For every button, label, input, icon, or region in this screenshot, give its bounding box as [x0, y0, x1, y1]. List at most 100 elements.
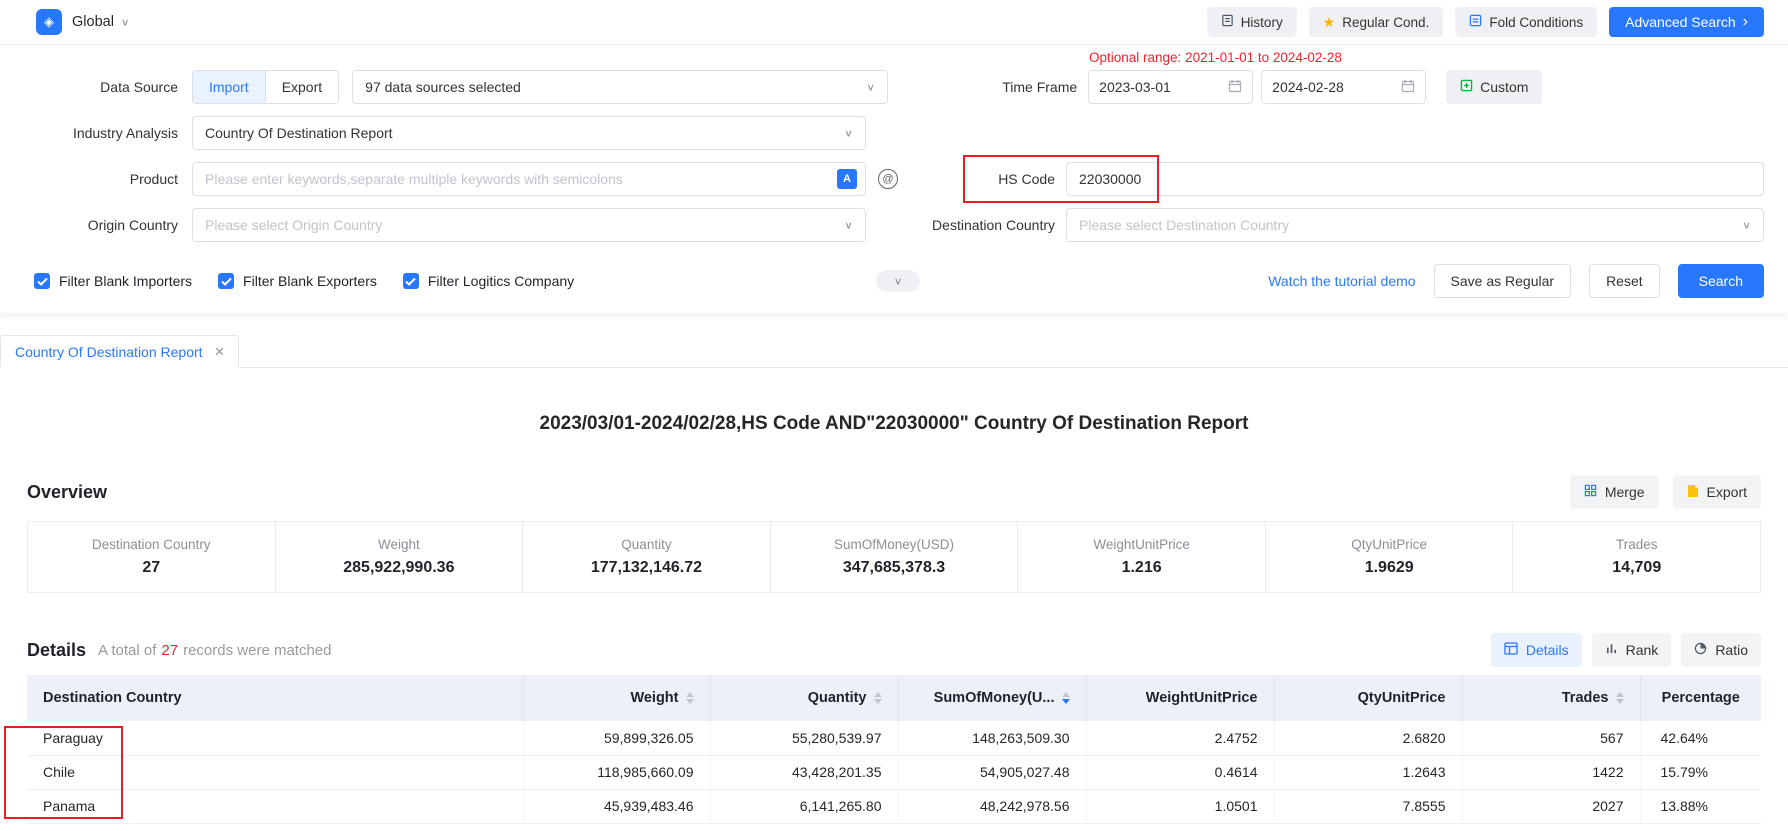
sort-sum-of-money-icon[interactable] — [1062, 692, 1070, 704]
tab-country-of-destination-report[interactable]: Country Of Destination Report × — [0, 335, 239, 368]
col-header-weight[interactable]: Weight — [523, 675, 710, 721]
product-label: Product — [0, 171, 192, 187]
view-rank-button[interactable]: Rank — [1592, 633, 1672, 667]
search-button[interactable]: Search — [1678, 264, 1764, 298]
cell-trades: 2027 — [1462, 789, 1640, 823]
history-button[interactable]: History — [1207, 7, 1297, 37]
report-title: 2023/03/01-2024/02/28,HS Code AND"220300… — [0, 413, 1788, 435]
product-input[interactable] — [193, 163, 837, 195]
col-header-trades[interactable]: Trades — [1462, 675, 1640, 721]
filter-logistics-company-checkbox[interactable]: Filter Logitics Company — [403, 273, 574, 289]
col-header-sum-of-money[interactable]: SumOfMoney(U... — [898, 675, 1086, 721]
cell-weight-unit-price: 1.0501 — [1086, 789, 1274, 823]
cell-qty-unit-price: 1.2643 — [1274, 755, 1462, 789]
sort-quantity-icon[interactable] — [874, 692, 882, 704]
chevron-right-icon: › — [1743, 14, 1748, 30]
ratio-pie-icon — [1694, 642, 1707, 658]
cell-weight-unit-price: 2.4752 — [1086, 721, 1274, 755]
stat-sum-of-money: SumOfMoney(USD) 347,685,378.3 — [771, 522, 1019, 592]
table-row: Paraguay 59,899,326.05 55,280,539.97 148… — [27, 721, 1761, 755]
overview-header-row: Overview Merge Export — [27, 475, 1761, 509]
details-table: Destination Country Weight Quantity SumO… — [27, 675, 1761, 824]
filters-row: Filter Blank Importers Filter Blank Expo… — [34, 264, 1764, 298]
overview-actions: Merge Export — [1570, 475, 1761, 509]
overview-stats: Destination Country 27 Weight 285,922,99… — [27, 521, 1761, 593]
col-header-destination-country: Destination Country — [27, 675, 523, 721]
app-logo-icon: ◈ — [36, 9, 62, 35]
export-toggle[interactable]: Export — [265, 71, 338, 103]
cell-country[interactable]: Paraguay — [27, 721, 523, 755]
cell-percentage: 13.88% — [1640, 789, 1761, 823]
chevron-down-icon: ∨ — [894, 275, 903, 287]
region-selector[interactable]: Global ∨ — [72, 14, 130, 30]
cell-trades: 1422 — [1462, 755, 1640, 789]
form-row-product: Product A @ HS Code — [0, 162, 1764, 196]
table-header-row: Destination Country Weight Quantity SumO… — [27, 675, 1761, 721]
merge-button[interactable]: Merge — [1570, 475, 1659, 509]
custom-range-button[interactable]: Custom — [1446, 70, 1542, 104]
industry-analysis-select[interactable]: Country Of Destination Report ∨ — [192, 116, 866, 150]
view-ratio-button[interactable]: Ratio — [1681, 633, 1761, 667]
translate-icon[interactable]: A — [837, 169, 857, 189]
destination-country-select[interactable]: Please select Destination Country ∨ — [1066, 208, 1764, 242]
checkbox-checked-icon — [34, 273, 50, 289]
cell-weight: 45,939,483.46 — [523, 789, 710, 823]
tutorial-demo-link[interactable]: Watch the tutorial demo — [1268, 273, 1415, 289]
cell-weight-unit-price: 0.4614 — [1086, 755, 1274, 789]
origin-country-select[interactable]: Please select Origin Country ∨ — [192, 208, 866, 242]
fold-conditions-button[interactable]: Fold Conditions — [1455, 7, 1597, 37]
rank-bars-icon — [1605, 642, 1618, 658]
cell-sum-of-money: 54,905,027.48 — [898, 755, 1086, 789]
tab-close-icon[interactable]: × — [215, 343, 225, 360]
col-header-percentage: Percentage — [1640, 675, 1761, 721]
filter-blank-importers-checkbox[interactable]: Filter Blank Importers — [34, 273, 192, 289]
view-details-button[interactable]: Details — [1491, 633, 1582, 667]
stat-weight-unit-price: WeightUnitPrice 1.216 — [1018, 522, 1266, 592]
history-icon — [1221, 14, 1234, 30]
hs-code-input[interactable] — [1066, 162, 1764, 196]
stat-quantity: Quantity 177,132,146.72 — [523, 522, 771, 592]
col-header-quantity[interactable]: Quantity — [710, 675, 898, 721]
details-header-row: Details A total of27records were matched… — [27, 633, 1761, 667]
hs-code-group: HS Code — [898, 162, 1764, 196]
hs-code-label: HS Code — [898, 171, 1055, 187]
checkbox-checked-icon — [403, 273, 419, 289]
date-end-input[interactable]: 2024-02-28 — [1261, 70, 1426, 104]
filter-blank-exporters-checkbox[interactable]: Filter Blank Exporters — [218, 273, 377, 289]
stat-destination-country: Destination Country 27 — [28, 522, 276, 592]
data-source-select[interactable]: 97 data sources selected ∨ — [352, 70, 888, 104]
import-export-toggle: Import Export — [192, 70, 339, 104]
sort-weight-icon[interactable] — [686, 692, 694, 704]
match-mode-icon[interactable]: @ — [878, 169, 898, 189]
regular-cond-button[interactable]: ★ Regular Cond. — [1309, 7, 1444, 37]
view-switcher: Details Rank Ratio — [1491, 633, 1761, 667]
chevron-down-icon: ∨ — [866, 81, 875, 93]
cell-trades: 567 — [1462, 721, 1640, 755]
save-as-regular-button[interactable]: Save as Regular — [1434, 264, 1572, 298]
star-icon: ★ — [1323, 15, 1336, 29]
sort-trades-icon[interactable] — [1616, 692, 1624, 704]
date-start-input[interactable]: 2023-03-01 — [1088, 70, 1253, 104]
cell-country[interactable]: Panama — [27, 789, 523, 823]
cell-percentage: 15.79% — [1640, 755, 1761, 789]
checkbox-checked-icon — [218, 273, 234, 289]
details-heading: Details — [27, 640, 86, 661]
cell-country[interactable]: Chile — [27, 755, 523, 789]
time-frame-label: Time Frame — [888, 79, 1077, 95]
matched-count: 27 — [161, 642, 178, 659]
import-toggle[interactable]: Import — [193, 71, 265, 103]
table-row: Chile 118,985,660.09 43,428,201.35 54,90… — [27, 755, 1761, 789]
collapse-panel-button[interactable]: ∨ — [876, 270, 920, 292]
topbar: ◈ Global ∨ History ★ Regular Cond. Fold … — [0, 0, 1788, 45]
reset-button[interactable]: Reset — [1589, 264, 1660, 298]
brand: ◈ Global ∨ — [36, 9, 130, 35]
industry-analysis-label: Industry Analysis — [0, 125, 192, 141]
export-button[interactable]: Export — [1673, 475, 1761, 509]
advanced-search-button[interactable]: Advanced Search › — [1609, 7, 1764, 37]
chevron-down-icon: ∨ — [121, 16, 130, 28]
topbar-actions: History ★ Regular Cond. Fold Conditions … — [1207, 7, 1764, 37]
search-panel: Optional range: 2021-01-01 to 2024-02-28… — [0, 45, 1788, 313]
col-header-weight-unit-price: WeightUnitPrice — [1086, 675, 1274, 721]
product-input-wrap: A — [192, 162, 866, 196]
origin-country-label: Origin Country — [0, 217, 192, 233]
